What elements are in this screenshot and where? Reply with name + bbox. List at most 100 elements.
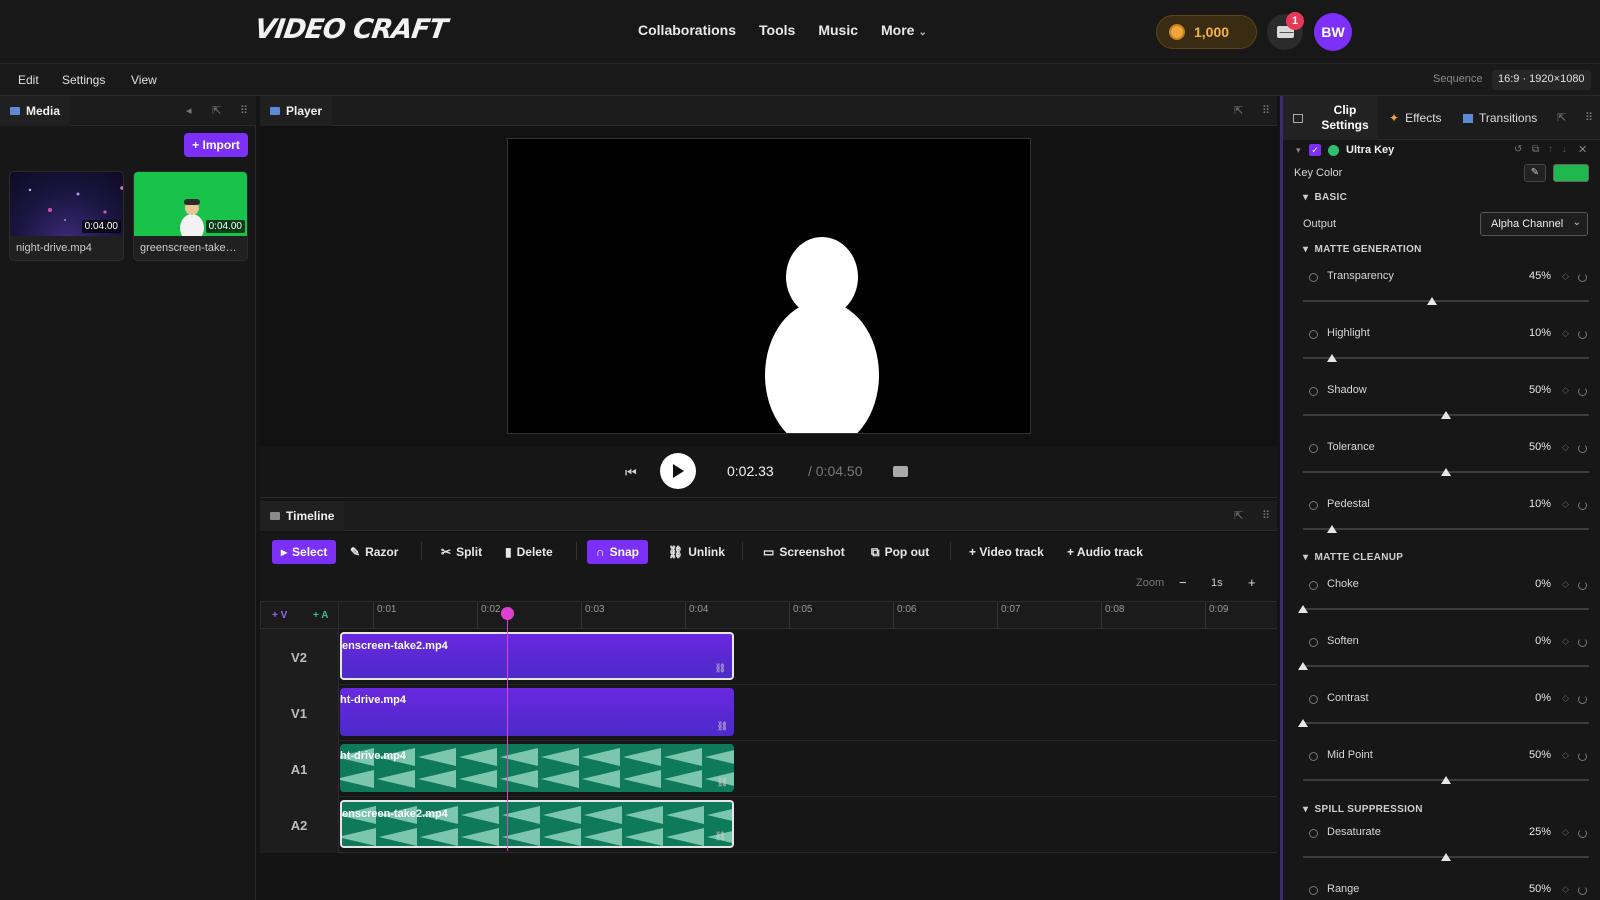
reset-icon[interactable] — [1578, 273, 1587, 282]
preview-frame[interactable] — [507, 138, 1031, 434]
pop-out-icon[interactable]: ⇱ — [1557, 111, 1566, 124]
razor-tool-button[interactable]: ✎ Razor — [341, 540, 407, 564]
drag-handle-icon[interactable]: ⠿ — [1585, 111, 1593, 124]
timeline-clip[interactable]: enscreen-take2.mp4 ⛓ — [340, 800, 734, 848]
key-color-swatch[interactable] — [1553, 164, 1589, 182]
reset-icon[interactable] — [1578, 387, 1587, 396]
param-slider-thumb[interactable] — [1298, 719, 1308, 727]
tab-clip-settings[interactable]: Clip Settings — [1283, 96, 1378, 140]
section-spill-suppression[interactable]: ▾ SPILL SUPPRESSION — [1303, 804, 1423, 815]
menu-edit[interactable]: Edit — [18, 73, 39, 87]
menu-settings[interactable]: Settings — [62, 73, 105, 87]
drag-handle-icon[interactable]: ⠿ — [1262, 104, 1270, 117]
nav-tools[interactable]: Tools — [759, 22, 795, 38]
param-slider-thumb[interactable] — [1441, 853, 1451, 861]
track-label[interactable]: V2 — [260, 629, 339, 685]
duplicate-icon[interactable]: ⧉ — [1532, 144, 1539, 155]
delete-button[interactable]: ▮ Delete — [496, 540, 562, 564]
reset-effect-icon[interactable]: ↺ — [1514, 144, 1522, 155]
screenshot-button[interactable]: ▭ Screenshot — [754, 540, 854, 564]
add-audio-track-button[interactable]: + Audio track — [1058, 540, 1152, 564]
tab-player[interactable]: Player — [260, 96, 333, 126]
keyframe-icon[interactable]: ◇ — [1562, 636, 1569, 647]
menu-view[interactable]: View — [131, 73, 157, 87]
skip-back-icon[interactable]: ⏮ — [625, 465, 637, 481]
collapse-chevron-icon[interactable]: ▾ — [1296, 145, 1301, 156]
param-slider-track[interactable] — [1303, 528, 1589, 530]
param-slider-thumb[interactable] — [1298, 605, 1308, 613]
keyframe-icon[interactable]: ◇ — [1562, 442, 1569, 453]
reset-icon[interactable] — [1578, 829, 1587, 838]
section-basic[interactable]: ▾ BASIC — [1303, 192, 1347, 203]
playhead-handle[interactable] — [501, 607, 514, 620]
media-item-night-drive[interactable]: 0:04.00 night-drive.mp4 — [9, 171, 124, 261]
param-value[interactable]: 10% — [1511, 498, 1551, 510]
timeline-clip[interactable]: enscreen-take2.mp4 ⛓ — [340, 632, 734, 680]
user-avatar[interactable]: BW — [1314, 13, 1352, 51]
stopwatch-icon[interactable] — [1309, 695, 1318, 704]
keyframe-icon[interactable]: ◇ — [1562, 271, 1569, 282]
param-value[interactable]: 50% — [1511, 384, 1551, 396]
keyframe-icon[interactable]: ◇ — [1562, 499, 1569, 510]
track-label[interactable]: V1 — [260, 685, 339, 741]
param-value[interactable]: 45% — [1511, 270, 1551, 282]
stopwatch-icon[interactable] — [1309, 501, 1318, 510]
param-slider-thumb[interactable] — [1326, 354, 1337, 362]
section-matte-cleanup[interactable]: ▾ MATTE CLEANUP — [1303, 552, 1403, 563]
collapse-left-icon[interactable]: ◂ — [186, 104, 192, 117]
param-slider-thumb[interactable] — [1441, 468, 1451, 476]
select-tool-button[interactable]: ▸ Select — [272, 540, 337, 564]
drag-handle-icon[interactable]: ⠿ — [240, 104, 248, 117]
stopwatch-icon[interactable] — [1309, 752, 1318, 761]
eyedropper-icon[interactable]: ✎ — [1524, 164, 1546, 182]
param-value[interactable]: 50% — [1511, 883, 1551, 895]
reset-icon[interactable] — [1578, 638, 1587, 647]
stopwatch-icon[interactable] — [1309, 387, 1318, 396]
reset-icon[interactable] — [1578, 501, 1587, 510]
pop-out-icon[interactable]: ⇱ — [1234, 104, 1243, 117]
reset-icon[interactable] — [1578, 752, 1587, 761]
import-button[interactable]: + Import — [184, 133, 248, 157]
drag-handle-icon[interactable]: ⠿ — [1262, 509, 1270, 522]
stopwatch-icon[interactable] — [1309, 886, 1318, 895]
param-slider-thumb[interactable] — [1441, 411, 1451, 419]
stopwatch-icon[interactable] — [1309, 330, 1318, 339]
remove-effect-icon[interactable]: ✕ — [1578, 143, 1587, 156]
add-audio-shortcut[interactable]: + A — [313, 610, 328, 621]
stopwatch-icon[interactable] — [1309, 829, 1318, 838]
camera-icon[interactable] — [893, 466, 908, 477]
param-slider-thumb[interactable] — [1426, 297, 1437, 305]
sequence-setting[interactable]: 16:9 · 1920×1080 — [1492, 70, 1591, 90]
track-label[interactable]: A1 — [260, 741, 339, 797]
output-select[interactable]: Alpha Channel ⌄ — [1480, 212, 1588, 236]
param-value[interactable]: 50% — [1511, 749, 1551, 761]
param-value[interactable]: 50% — [1511, 441, 1551, 453]
keyframe-icon[interactable]: ◇ — [1562, 328, 1569, 339]
param-slider-thumb[interactable] — [1441, 776, 1451, 784]
param-slider-track[interactable] — [1303, 608, 1589, 610]
param-slider-thumb[interactable] — [1326, 525, 1337, 533]
track-label[interactable]: A2 — [260, 797, 339, 853]
keyframe-icon[interactable]: ◇ — [1562, 827, 1569, 838]
snap-toggle[interactable]: ∩ Snap — [587, 540, 649, 564]
nav-more[interactable]: More ⌄ — [881, 22, 950, 38]
move-down-icon[interactable]: ↓ — [1562, 144, 1567, 155]
section-matte-generation[interactable]: ▾ MATTE GENERATION — [1303, 244, 1422, 255]
reset-icon[interactable] — [1578, 695, 1587, 704]
param-value[interactable]: 25% — [1511, 826, 1551, 838]
param-slider-track[interactable] — [1303, 722, 1589, 724]
param-slider-thumb[interactable] — [1298, 662, 1308, 670]
tab-effects[interactable]: ✦ Effects — [1389, 96, 1442, 140]
param-slider-track[interactable] — [1303, 665, 1589, 667]
playhead-line[interactable] — [507, 613, 508, 851]
coin-balance[interactable]: 1,000 — [1156, 15, 1257, 49]
add-video-track-button[interactable]: + Video track — [960, 540, 1053, 564]
reset-icon[interactable] — [1578, 886, 1587, 895]
pop-out-button[interactable]: ⧉ Pop out — [862, 540, 938, 564]
tab-media[interactable]: Media — [0, 96, 71, 126]
pop-out-icon[interactable]: ⇱ — [1234, 509, 1243, 522]
reset-icon[interactable] — [1578, 330, 1587, 339]
keyframe-icon[interactable]: ◇ — [1562, 693, 1569, 704]
unlink-button[interactable]: ⛓ Unlink — [659, 540, 734, 564]
time-ruler[interactable]: 0:01 0:02 0:03 0:04 0:05 0:06 0:07 0:08 … — [339, 601, 1277, 630]
